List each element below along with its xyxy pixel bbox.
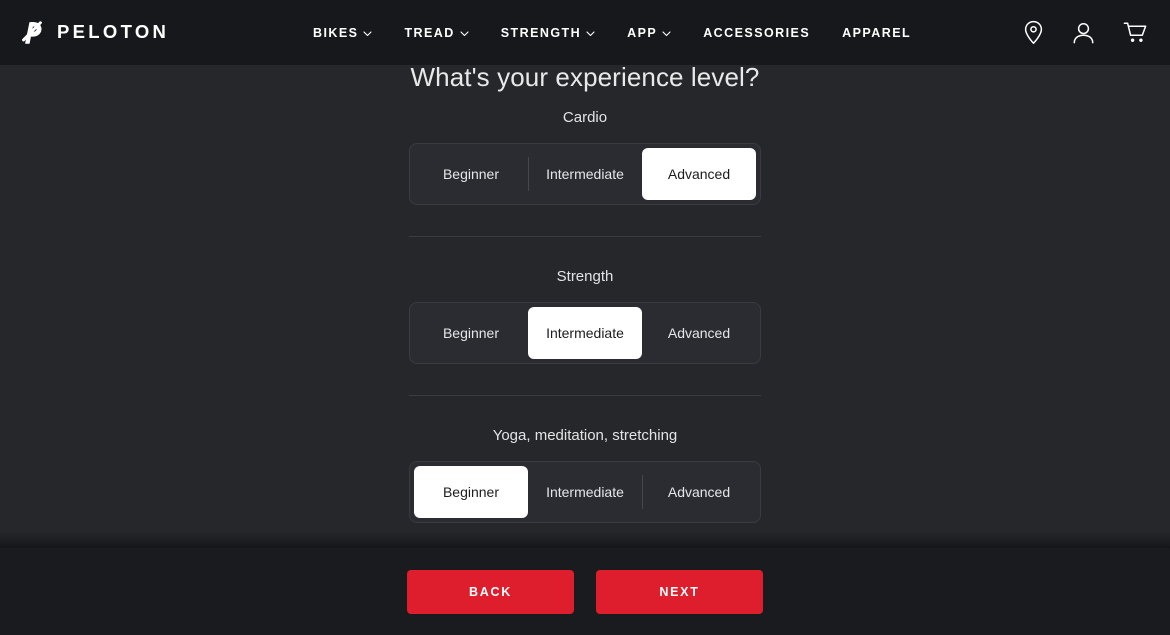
- back-button[interactable]: BACK: [407, 570, 574, 614]
- form-footer: BACK NEXT: [0, 532, 1170, 635]
- segment-option-advanced[interactable]: Advanced: [642, 148, 756, 200]
- section-divider: [409, 395, 761, 396]
- peloton-logo[interactable]: PELOTON: [18, 0, 169, 65]
- chevron-down-icon: [363, 29, 373, 37]
- experience-group-yoga: Yoga, meditation, stretching Beginner In…: [0, 428, 1170, 523]
- nav-item-bikes[interactable]: BIKES: [313, 0, 388, 65]
- page-title: What's your experience level?: [410, 62, 760, 92]
- segmented-control-yoga: Beginner Intermediate Advanced: [409, 461, 761, 523]
- chevron-down-icon: [460, 29, 469, 37]
- nav-item-label: TREAD: [404, 25, 455, 40]
- segment-option-advanced[interactable]: Advanced: [642, 466, 756, 518]
- nav-item-label: APP: [627, 25, 658, 40]
- group-label: Strength: [556, 268, 614, 285]
- nav-item-strength[interactable]: STRENGTH: [485, 0, 611, 65]
- peloton-logo-icon: [18, 18, 48, 48]
- nav-item-label: APPAREL: [842, 25, 912, 40]
- segment-option-beginner[interactable]: Beginner: [414, 466, 528, 518]
- segment-option-advanced[interactable]: Advanced: [642, 307, 756, 359]
- segment-option-intermediate[interactable]: Intermediate: [528, 148, 642, 200]
- group-label: Cardio: [562, 109, 608, 126]
- nav-item-tread[interactable]: TREAD: [388, 0, 484, 65]
- chevron-down-icon: [586, 29, 595, 37]
- header-icon-group: [1023, 0, 1148, 65]
- segment-option-beginner[interactable]: Beginner: [414, 307, 528, 359]
- nav-item-label: ACCESSORIES: [703, 25, 811, 40]
- experience-group-strength: Strength Beginner Intermediate Advanced: [0, 269, 1170, 364]
- brand-wordmark: PELOTON: [57, 21, 170, 43]
- nav-item-label: BIKES: [313, 25, 359, 40]
- nav-item-accessories[interactable]: ACCESSORIES: [687, 0, 826, 65]
- segmented-control-strength: Beginner Intermediate Advanced: [409, 302, 761, 364]
- location-pin-icon[interactable]: [1023, 20, 1044, 45]
- segment-option-intermediate[interactable]: Intermediate: [528, 466, 642, 518]
- primary-nav: BIKES TREAD STRENGTH APP ACCESSORIES APP…: [313, 0, 927, 65]
- experience-group-cardio: Cardio Beginner Intermediate Advanced: [0, 110, 1170, 205]
- segmented-control-cardio: Beginner Intermediate Advanced: [409, 143, 761, 205]
- nav-item-apparel[interactable]: APPAREL: [826, 0, 927, 65]
- segment-option-beginner[interactable]: Beginner: [414, 148, 528, 200]
- nav-item-label: STRENGTH: [500, 25, 582, 40]
- site-header: PELOTON BIKES TREAD STRENGTH APP ACCESSO…: [0, 0, 1170, 65]
- shopping-cart-icon[interactable]: [1123, 21, 1148, 44]
- next-button[interactable]: NEXT: [596, 570, 763, 614]
- experience-level-form: Cardio Beginner Intermediate Advanced St…: [0, 110, 1170, 523]
- group-label: Yoga, meditation, stretching: [492, 427, 678, 444]
- chevron-down-icon: [662, 29, 671, 37]
- account-person-icon[interactable]: [1072, 21, 1095, 45]
- section-divider: [409, 236, 761, 237]
- footer-button-group: BACK NEXT: [0, 570, 1170, 614]
- segment-option-intermediate[interactable]: Intermediate: [528, 307, 642, 359]
- nav-item-app[interactable]: APP: [611, 0, 687, 65]
